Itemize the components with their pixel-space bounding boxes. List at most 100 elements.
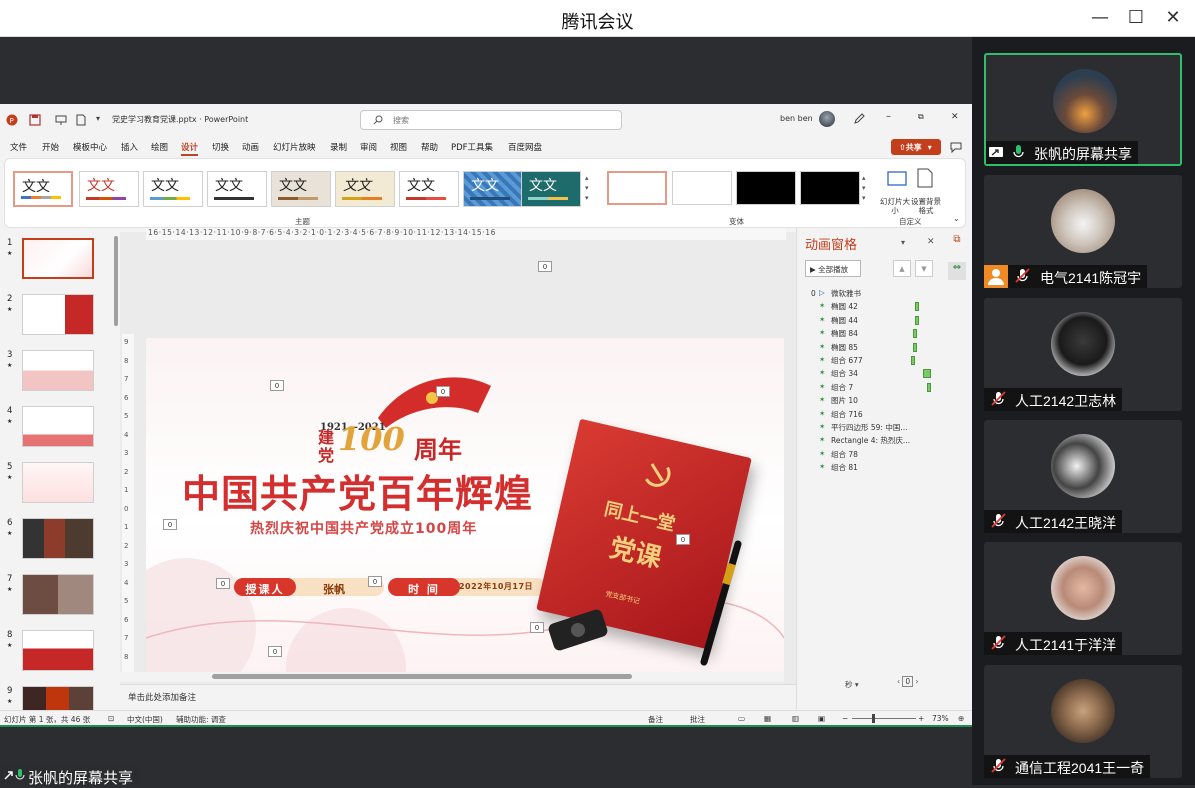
- tab-11[interactable]: 视图: [390, 141, 407, 153]
- tab-0[interactable]: 文件: [10, 141, 27, 153]
- placeholder-zero[interactable]: 0: [530, 622, 544, 633]
- move-down-button[interactable]: ▼: [915, 260, 933, 277]
- fit-slide-icon[interactable]: ⊕: [958, 714, 964, 723]
- placeholder-zero[interactable]: 0: [163, 519, 177, 530]
- animation-item[interactable]: 椭圆 84: [831, 328, 858, 339]
- animation-timing-bar[interactable]: [913, 329, 917, 339]
- tab-13[interactable]: PDF工具集: [451, 141, 493, 153]
- animation-item[interactable]: 微软雅书: [831, 288, 861, 299]
- ppt-restore-icon[interactable]: ⧉: [918, 112, 924, 122]
- language-status[interactable]: 中文(中国): [127, 714, 163, 725]
- placeholder-zero[interactable]: 0: [270, 380, 284, 391]
- animation-item[interactable]: 组合 7: [831, 382, 853, 393]
- slide-size-icon[interactable]: [886, 169, 908, 189]
- theme-office[interactable]: 文文: [13, 171, 73, 207]
- thumbnail-scrollbar[interactable]: [112, 232, 120, 710]
- animation-timing-bar[interactable]: [915, 315, 919, 325]
- tab-8[interactable]: 幻灯片放映: [273, 141, 316, 153]
- tab-2[interactable]: 模板中心: [73, 141, 107, 153]
- placeholder-zero[interactable]: 0: [368, 576, 382, 587]
- user-name[interactable]: ben ben: [780, 114, 813, 123]
- zoom-slider[interactable]: [852, 718, 916, 719]
- animation-timing-bar[interactable]: [927, 382, 931, 392]
- variants-scroll-icon[interactable]: ▴ ▾ ▾: [862, 173, 866, 203]
- animation-pane-icon[interactable]: ⇔: [948, 262, 966, 280]
- variant-4[interactable]: [800, 171, 860, 205]
- comment-icon[interactable]: [950, 141, 962, 153]
- tab-6[interactable]: 切换: [212, 141, 229, 153]
- accessibility-status[interactable]: 辅助功能: 调查: [176, 714, 226, 725]
- animation-item[interactable]: 组合 716: [831, 409, 863, 420]
- notes-toggle[interactable]: 备注: [648, 714, 663, 725]
- theme-6[interactable]: 文文: [335, 171, 395, 207]
- new-file-icon[interactable]: [75, 114, 87, 126]
- tab-3[interactable]: 插入: [121, 141, 138, 153]
- tab-5[interactable]: 设计: [181, 141, 199, 156]
- slide-thumbnail[interactable]: [22, 238, 94, 279]
- animation-item[interactable]: 图片 10: [831, 395, 858, 406]
- animation-item[interactable]: 组合 81: [831, 462, 858, 473]
- comments-toggle[interactable]: 批注: [690, 714, 705, 725]
- tab-4[interactable]: 绘图: [151, 141, 168, 153]
- placeholder-zero[interactable]: 0: [268, 646, 282, 657]
- theme-9[interactable]: 文文: [521, 171, 581, 207]
- theme-3[interactable]: 文文: [143, 171, 203, 207]
- tab-1[interactable]: 开始: [42, 141, 59, 153]
- zoom-out-icon[interactable]: −: [842, 714, 848, 723]
- placeholder-zero[interactable]: 0: [676, 534, 690, 545]
- close-button[interactable]: ✕: [1160, 6, 1186, 30]
- presentation-icon[interactable]: [55, 114, 67, 126]
- animation-timing-bar[interactable]: [911, 356, 915, 365]
- ppt-search-box[interactable]: 搜索: [360, 110, 622, 130]
- animation-timing-bar[interactable]: [915, 302, 919, 312]
- tab-9[interactable]: 录制: [330, 141, 347, 153]
- participant-tile[interactable]: 人工2141于洋洋: [984, 542, 1182, 656]
- variant-1[interactable]: [607, 171, 667, 205]
- animation-item[interactable]: 椭圆 42: [831, 301, 858, 312]
- animation-timing-bar[interactable]: [923, 369, 931, 379]
- canvas-hscrollbar[interactable]: [120, 672, 784, 682]
- slideshow-icon[interactable]: ▣: [818, 714, 825, 723]
- slide-size-button[interactable]: 幻灯片大小: [879, 197, 911, 215]
- tab-14[interactable]: 百度网盘: [508, 141, 542, 153]
- slide-thumbnail[interactable]: [22, 406, 94, 447]
- selection-pane-icon[interactable]: ⧉: [948, 234, 966, 250]
- animation-item[interactable]: 椭圆 85: [831, 342, 858, 353]
- move-up-button[interactable]: ▲: [893, 260, 911, 277]
- placeholder-zero[interactable]: 0: [216, 578, 230, 589]
- play-all-button[interactable]: ▶ 全部播放: [805, 260, 861, 277]
- current-slide[interactable]: 1921—2021 建 党 100 周年 中国共产党百年辉煌 热烈庆祝中国共产党…: [146, 338, 784, 672]
- variant-3[interactable]: [736, 171, 796, 205]
- ribbon-collapse-icon[interactable]: ⌄: [953, 214, 960, 223]
- pen-icon[interactable]: [853, 113, 865, 125]
- animation-item[interactable]: 组合 677: [831, 355, 863, 366]
- themes-scroll-icon[interactable]: ▴ ▾ ▾: [585, 173, 589, 203]
- slide-thumbnail[interactable]: [22, 462, 94, 503]
- slide-thumbnail[interactable]: [22, 574, 94, 615]
- animation-timing-bar[interactable]: [913, 342, 917, 352]
- variant-2[interactable]: [672, 171, 732, 205]
- theme-4[interactable]: 文文: [207, 171, 267, 207]
- timeline-controls[interactable]: ‹ 0 ›: [897, 676, 919, 687]
- placeholder-zero[interactable]: 0: [436, 386, 450, 397]
- theme-8[interactable]: 文文: [463, 171, 523, 207]
- zoom-level[interactable]: 73%: [932, 714, 949, 723]
- animation-item[interactable]: 组合 78: [831, 449, 858, 460]
- theme-5[interactable]: 文文: [271, 171, 331, 207]
- animation-item[interactable]: 椭圆 44: [831, 315, 858, 326]
- ppt-close-icon[interactable]: ✕: [951, 112, 959, 122]
- slide-thumbnail[interactable]: [22, 294, 94, 335]
- slide-thumbnail[interactable]: [22, 518, 94, 559]
- spellcheck-icon[interactable]: ⊡: [108, 714, 114, 723]
- ppt-minimize-icon[interactable]: –: [886, 111, 891, 122]
- pane-options-icon[interactable]: ▾: [901, 238, 905, 247]
- tab-7[interactable]: 动画: [242, 141, 259, 153]
- participant-tile[interactable]: 张帆的屏幕共享: [984, 53, 1182, 166]
- animation-item[interactable]: Rectangle 4: 热烈庆...: [831, 435, 910, 446]
- save-icon[interactable]: [29, 114, 41, 126]
- format-background-icon[interactable]: [915, 167, 935, 189]
- normal-view-icon[interactable]: ▭: [738, 714, 745, 723]
- zoom-slider-thumb[interactable]: [872, 714, 875, 723]
- user-avatar[interactable]: [819, 111, 835, 127]
- slide-thumbnail[interactable]: [22, 350, 94, 391]
